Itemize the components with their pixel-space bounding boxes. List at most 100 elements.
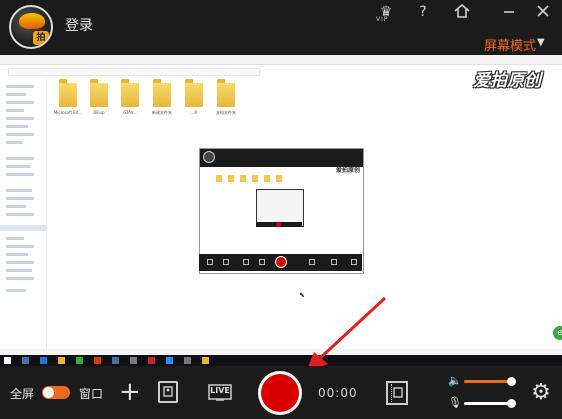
folder-label: GTAV... (123, 110, 137, 115)
nav-item (6, 213, 34, 216)
record-button-icon (276, 222, 281, 227)
taskbar-app-icon (40, 357, 47, 364)
watermark: 爱拍原创 (473, 71, 541, 91)
nav-item (6, 165, 30, 168)
logo-badge-icon: 拍 (33, 31, 49, 45)
home-icon[interactable] (452, 3, 472, 20)
mic-slider[interactable] (464, 399, 516, 408)
window-label[interactable]: 窗口 (79, 385, 103, 402)
nav-item (6, 117, 34, 120)
folder-icon (59, 79, 77, 107)
folder-icon (216, 175, 222, 182)
nav-item (6, 141, 22, 144)
folder-icon (185, 79, 203, 107)
nav-item (6, 125, 28, 128)
explorer-nav-pane (0, 79, 47, 349)
plus-icon[interactable]: + (119, 378, 141, 406)
nested-avatar (203, 151, 215, 163)
record-button-icon (261, 374, 299, 412)
nested-icon (309, 259, 315, 265)
vip-label: VIP (376, 16, 389, 23)
taskbar-app-icon (166, 357, 173, 364)
close-icon[interactable] (533, 4, 553, 20)
mic-slider-fill (464, 402, 511, 405)
nested-icon (223, 259, 229, 265)
folder-icon (121, 79, 139, 107)
screen-mode-dropdown[interactable]: 屏幕模式 (484, 35, 536, 54)
nested-icon (351, 259, 357, 265)
nav-item (6, 277, 34, 280)
volume-slider-fill (464, 380, 511, 383)
toggle-knob (43, 387, 54, 398)
nav-item (6, 269, 32, 272)
record-button-icon (275, 256, 287, 268)
taskbar-app-icon (58, 357, 65, 364)
folder-label: 新建文件夹 (152, 110, 172, 115)
nested-icon (243, 259, 249, 265)
folder-icon (240, 175, 246, 182)
folder-icon (90, 79, 108, 107)
avatar[interactable]: 拍 (9, 5, 53, 49)
nested-icon (259, 259, 265, 265)
folder-label: 文档文件夹 (216, 110, 236, 115)
speaker-icon[interactable]: 🔈 (448, 374, 462, 387)
control-bar: 全屏 窗口 + LIVE 00:00 🔈 🎙 ⚙ (0, 366, 562, 419)
green-badge: e (553, 326, 562, 340)
nav-selected-item (0, 225, 46, 231)
chevron-down-icon[interactable]: ▼ (537, 37, 545, 48)
timer: 00:00 (318, 386, 358, 400)
microphone-icon[interactable]: 🎙 (448, 396, 462, 409)
taskbar-app-icon (148, 357, 155, 364)
taskbar-app-icon (76, 357, 83, 364)
folder-icon (153, 79, 171, 107)
nav-item (6, 245, 34, 248)
volume-slider[interactable] (464, 377, 516, 386)
nav-item (6, 173, 34, 176)
nav-item (6, 289, 26, 292)
fullscreen-label[interactable]: 全屏 (10, 385, 34, 402)
flame-logo-icon (19, 13, 45, 29)
folder-icon (252, 175, 258, 182)
windows-taskbar (0, 355, 562, 366)
minimize-icon[interactable] (499, 4, 519, 20)
nav-item (6, 133, 34, 136)
nav-item (6, 93, 26, 96)
taskbar-app-icon (202, 357, 209, 364)
taskbar-app-icon (112, 357, 119, 364)
nav-item (6, 101, 34, 104)
folder-icon (276, 175, 282, 182)
folder-icon (217, 79, 235, 107)
mode-toggle[interactable] (42, 386, 70, 399)
volume-slider-thumb[interactable] (506, 377, 516, 386)
question-icon[interactable]: ? (413, 4, 433, 20)
folder-label: ...R (190, 110, 198, 115)
explorer-address-bar (8, 68, 260, 76)
nav-item (6, 261, 34, 264)
record-button[interactable] (258, 371, 302, 415)
live-icon[interactable]: LIVE (208, 384, 232, 402)
mouse-cursor-icon: ⬉ (299, 291, 305, 299)
taskbar-app-icon (22, 357, 29, 364)
film-icon[interactable] (386, 381, 408, 405)
nav-item (6, 85, 34, 88)
capture-preview: Microsoft Ed... Biliup GTAV... 新建文件夹 ...… (0, 55, 562, 366)
nav-item (6, 109, 24, 112)
nav-item (6, 197, 34, 200)
live-label: LIVE (210, 386, 230, 395)
mic-slider-thumb[interactable] (506, 399, 516, 408)
gear-icon[interactable]: ⚙ (529, 381, 553, 405)
start-icon (4, 357, 11, 364)
image-frame-icon[interactable] (158, 381, 178, 403)
nav-item (6, 205, 26, 208)
nested-icon (331, 259, 337, 265)
title-bar: 拍 登录 ♛ VIP ? 屏幕模式 ▼ (0, 0, 562, 56)
login-link[interactable]: 登录 (65, 15, 93, 35)
explorer-toolbar (0, 55, 562, 65)
taskbar-app-icon (184, 357, 191, 364)
folder-icon (228, 175, 234, 182)
nav-item (6, 237, 24, 240)
taskbar-app-icon (130, 357, 137, 364)
taskbar-app-icon (94, 357, 101, 364)
folder-icon (264, 175, 270, 182)
nav-item (6, 189, 32, 192)
